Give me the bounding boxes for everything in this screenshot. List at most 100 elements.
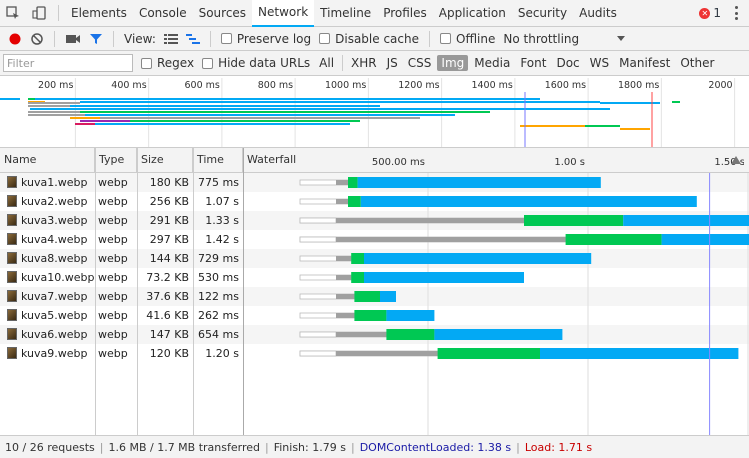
overview-request-bar: [672, 101, 680, 103]
preserve-log-check[interactable]: [220, 33, 232, 44]
tab-profiles[interactable]: Profiles: [377, 0, 433, 27]
overview-request-bar: [95, 123, 350, 125]
show-overview-button[interactable]: [182, 27, 204, 51]
image-thumbnail-icon: [7, 214, 17, 226]
filter-toggle-button[interactable]: [85, 27, 107, 51]
waterfall-waiting-bar: [354, 310, 387, 321]
waterfall-stalled-bar: [336, 218, 524, 223]
filter-bar: Regex Hide data URLs All XHR JS CSS Img …: [0, 51, 749, 76]
tab-application[interactable]: Application: [433, 0, 512, 27]
overview-timeline[interactable]: 200 ms 400 ms 600 ms 800 ms 1000 ms 1200 ms 14…: [0, 76, 749, 148]
waterfall-waiting-bar: [348, 196, 361, 207]
request-name[interactable]: kuva1.webp: [21, 173, 94, 192]
waterfall-view-icon: [185, 33, 200, 44]
device-toolbar-icon[interactable]: [26, 0, 52, 27]
regex-checkbox[interactable]: Regex: [137, 51, 198, 75]
status-load: Load: 1.71 s: [524, 440, 593, 454]
disable-cache-check[interactable]: [319, 33, 331, 44]
waterfall-waiting-bar: [351, 272, 364, 283]
throttling-select[interactable]: No throttling: [499, 27, 629, 51]
clear-icon: [31, 32, 43, 45]
tab-sources[interactable]: Sources: [193, 0, 252, 27]
network-overview[interactable]: 200 ms 400 ms 600 ms 800 ms 1000 ms 1200 ms 14…: [0, 76, 749, 148]
tab-network[interactable]: Network: [252, 0, 315, 27]
request-name[interactable]: kuva7.webp: [21, 287, 94, 306]
waterfall-tick-label: 1.00 s: [554, 157, 585, 168]
overview-request-bar: [620, 128, 650, 130]
filter-type-all[interactable]: All: [315, 55, 338, 71]
preserve-log-checkbox[interactable]: Preserve log: [217, 27, 315, 51]
large-rows-button[interactable]: [160, 27, 182, 51]
overview-request-bar: [28, 114, 85, 116]
filter-input[interactable]: [3, 54, 133, 72]
filter-type-font[interactable]: Font: [516, 55, 550, 71]
request-name[interactable]: kuva9.webp: [21, 344, 94, 363]
request-size: 297 KB: [149, 233, 189, 246]
image-thumbnail-icon: [7, 309, 17, 321]
waterfall-stalled-bar: [336, 199, 348, 204]
filter-type-manifest[interactable]: Manifest: [615, 55, 674, 71]
preserve-log-label: Preserve log: [236, 31, 312, 46]
request-name[interactable]: kuva3.webp: [21, 211, 94, 230]
overview-request-bar: [35, 98, 540, 100]
request-time: 1.20 s: [205, 347, 239, 360]
request-name[interactable]: kuva8.webp: [21, 249, 94, 268]
regex-label: Regex: [157, 56, 195, 70]
offline-check[interactable]: [440, 33, 451, 44]
waterfall-waiting-bar: [565, 234, 662, 245]
waterfall-receiving-bar: [661, 234, 749, 245]
disable-cache-label: Disable cache: [335, 31, 419, 46]
column-header-type[interactable]: Type: [95, 148, 137, 173]
waterfall-receiving-bar: [386, 310, 435, 321]
request-name[interactable]: kuva10.webp: [21, 268, 94, 287]
column-header-name[interactable]: Name: [0, 148, 95, 173]
request-time: 122 ms: [198, 290, 239, 303]
filter-type-doc[interactable]: Doc: [552, 55, 583, 71]
hide-data-urls-check[interactable]: [202, 57, 214, 69]
request-time: 262 ms: [198, 309, 239, 322]
hide-data-urls-checkbox[interactable]: Hide data URLs: [198, 51, 314, 75]
filter-type-js[interactable]: JS: [383, 55, 402, 71]
sort-ascending-icon[interactable]: [731, 156, 741, 164]
inspect-element-icon[interactable]: [0, 0, 26, 27]
request-name[interactable]: kuva4.webp: [21, 230, 94, 249]
filter-type-media[interactable]: Media: [470, 55, 514, 71]
filter-type-css[interactable]: CSS: [404, 55, 436, 71]
filter-type-other[interactable]: Other: [676, 55, 718, 71]
overview-request-bar: [30, 108, 610, 110]
offline-checkbox[interactable]: Offline: [436, 27, 499, 51]
request-time: 654 ms: [198, 328, 239, 341]
capture-screenshots-button[interactable]: [61, 27, 85, 51]
tab-elements[interactable]: Elements: [65, 0, 133, 27]
column-header-time[interactable]: Time: [193, 148, 243, 173]
filter-type-ws[interactable]: WS: [586, 55, 613, 71]
filter-type-img[interactable]: Img: [437, 55, 469, 71]
error-counter[interactable]: ✕ 1: [699, 6, 721, 20]
filter-type-xhr[interactable]: XHR: [347, 55, 381, 71]
overview-request-bar: [75, 123, 95, 125]
image-thumbnail-icon: [7, 328, 17, 340]
waterfall-waiting-bar: [354, 291, 380, 302]
regex-check[interactable]: [141, 57, 152, 69]
request-size: 147 KB: [149, 328, 189, 341]
request-name[interactable]: kuva5.webp: [21, 306, 94, 325]
devtools-tab-bar: Elements Console Sources Network Timelin…: [0, 0, 749, 27]
column-header-size[interactable]: Size: [137, 148, 193, 173]
table-header: Name Type Size Time Waterfall 500.00 ms 1…: [0, 148, 749, 173]
tab-security[interactable]: Security: [512, 0, 573, 27]
request-size: 37.6 KB: [146, 290, 189, 303]
more-options-icon[interactable]: [731, 6, 741, 20]
request-name[interactable]: kuva6.webp: [21, 325, 94, 344]
overview-request-bar: [70, 117, 100, 119]
record-button[interactable]: [4, 27, 26, 51]
request-time: 729 ms: [198, 252, 239, 265]
tab-audits[interactable]: Audits: [573, 0, 623, 27]
toolbar-divider: [54, 30, 55, 47]
waterfall-queued-bar: [299, 236, 337, 243]
request-size: 144 KB: [149, 252, 189, 265]
clear-button[interactable]: [26, 27, 48, 51]
request-name[interactable]: kuva2.webp: [21, 192, 94, 211]
tab-console[interactable]: Console: [133, 0, 193, 27]
tab-timeline[interactable]: Timeline: [314, 0, 377, 27]
disable-cache-checkbox[interactable]: Disable cache: [315, 27, 423, 51]
